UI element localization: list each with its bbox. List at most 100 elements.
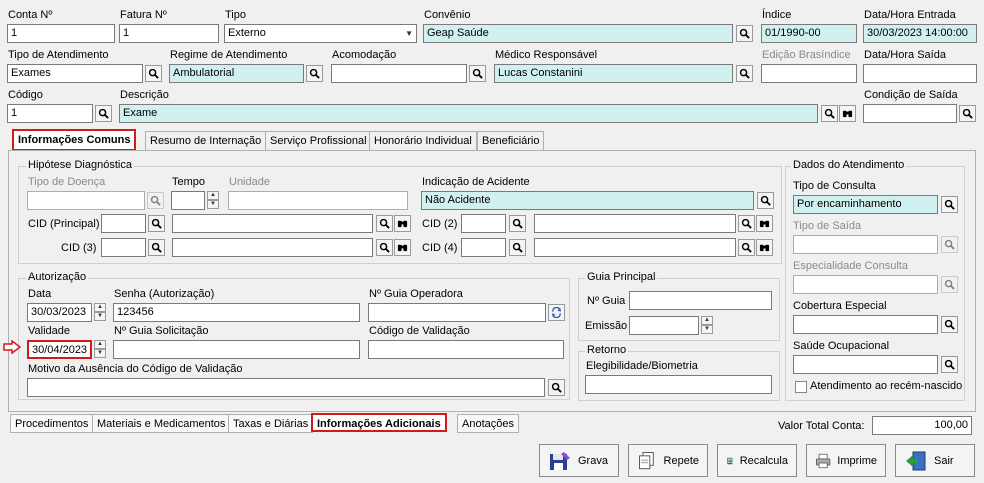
regime-field[interactable]: Ambulatorial: [169, 64, 304, 83]
especialidade-label: Especialidade Consulta: [793, 260, 908, 272]
motivo-field[interactable]: [27, 378, 545, 397]
cid-principal-desc[interactable]: [172, 214, 373, 233]
condicao-field[interactable]: [863, 104, 957, 123]
guia-operadora-field[interactable]: [368, 303, 546, 322]
total-label: Valor Total Conta:: [778, 420, 865, 432]
senha-field[interactable]: 123456: [113, 303, 360, 322]
validade-field[interactable]: 30/04/2023: [27, 340, 92, 359]
codigo-search-button[interactable]: [95, 105, 112, 122]
tempo-field[interactable]: [171, 191, 205, 210]
guia-operadora-refresh-button[interactable]: [548, 304, 565, 321]
guia-principal-title: Guia Principal: [585, 271, 658, 284]
guia-solicitacao-label: Nº Guia Solicitação: [114, 325, 209, 337]
tab-resumo-internacao[interactable]: Resumo de Internação: [145, 131, 267, 150]
acomodacao-search-button[interactable]: [469, 65, 486, 82]
emissao-spinner[interactable]: ▲ ▼: [701, 316, 713, 335]
tipo-consulta-field[interactable]: Por encaminhamento: [793, 195, 938, 214]
tempo-spinner[interactable]: ▲ ▼: [207, 191, 219, 210]
recem-nascido-checkbox[interactable]: [795, 381, 807, 393]
cid-principal-code[interactable]: [101, 214, 146, 233]
cid3-desc[interactable]: [172, 238, 373, 257]
tipo-select[interactable]: Externo ▼: [224, 24, 417, 43]
indice-field[interactable]: 01/1990-00: [761, 24, 857, 43]
grava-label: Grava: [578, 454, 608, 467]
conta-field[interactable]: 1: [7, 24, 115, 43]
cid-principal-desc-search[interactable]: [376, 215, 393, 232]
especialidade-field[interactable]: [793, 275, 938, 294]
emissao-field[interactable]: [629, 316, 699, 335]
repete-button[interactable]: Repete: [628, 444, 708, 477]
saude-field[interactable]: [793, 355, 938, 374]
guia-solicitacao-field[interactable]: [113, 340, 360, 359]
medico-search-button[interactable]: [736, 65, 753, 82]
tab-taxas-diarias[interactable]: Taxas e Diárias: [228, 414, 314, 433]
unidade-field[interactable]: [228, 191, 408, 210]
tab-honorario-individual[interactable]: Honorário Individual: [369, 131, 477, 150]
fatura-field[interactable]: 1: [119, 24, 219, 43]
entrada-field[interactable]: 30/03/2023 14:00:00: [863, 24, 977, 43]
validade-spinner[interactable]: ▲ ▼: [94, 340, 106, 359]
recalcula-button[interactable]: Recalcula: [717, 444, 797, 477]
acomodacao-field[interactable]: [331, 64, 467, 83]
regime-search-button[interactable]: [306, 65, 323, 82]
tab-anotacoes[interactable]: Anotações: [457, 414, 519, 433]
grava-button[interactable]: Grava: [539, 444, 619, 477]
tipo-consulta-search-button[interactable]: [941, 196, 958, 213]
acidente-search-button[interactable]: [757, 192, 774, 209]
cid3-code[interactable]: [101, 238, 146, 257]
tipo-select-value: Externo: [228, 27, 266, 39]
cid2-code[interactable]: [461, 214, 506, 233]
edicao-field[interactable]: [761, 64, 857, 83]
cid2-search-button[interactable]: [509, 215, 526, 232]
cid4-find[interactable]: [756, 239, 773, 256]
cobertura-field[interactable]: [793, 315, 938, 334]
tipo-saida-search-button[interactable]: [941, 236, 958, 253]
acidente-field[interactable]: Não Acidente: [421, 191, 754, 210]
descricao-search-button[interactable]: [821, 105, 838, 122]
cid2-desc-search[interactable]: [738, 215, 755, 232]
cid2-desc[interactable]: [534, 214, 736, 233]
tipo-doenca-field[interactable]: [27, 191, 145, 210]
motivo-search-button[interactable]: [548, 379, 565, 396]
tab-materiais-medicamentos[interactable]: Materiais e Medicamentos: [92, 414, 231, 433]
saida-field[interactable]: [863, 64, 977, 83]
cid4-desc-search[interactable]: [738, 239, 755, 256]
atendimento-search-button[interactable]: [145, 65, 162, 82]
cid2-find[interactable]: [756, 215, 773, 232]
tab-servico-profissional[interactable]: Serviço Profissional: [265, 131, 372, 150]
elegibilidade-field[interactable]: [585, 375, 772, 394]
cid3-search-button[interactable]: [148, 239, 165, 256]
data-field[interactable]: 30/03/2023: [27, 303, 92, 322]
codigo-validacao-field[interactable]: [368, 340, 564, 359]
tab-informacoes-adicionais[interactable]: Informações Adicionais: [311, 413, 447, 432]
tipo-doenca-search-button[interactable]: [147, 192, 164, 209]
cobertura-search-button[interactable]: [941, 316, 958, 333]
cid-principal-search-button[interactable]: [148, 215, 165, 232]
tab-beneficiario[interactable]: Beneficiário: [477, 131, 545, 150]
cid3-find[interactable]: [394, 239, 411, 256]
saude-search-button[interactable]: [941, 356, 958, 373]
convenio-field[interactable]: Geap Saúde: [423, 24, 733, 43]
tipo-saida-field[interactable]: [793, 235, 938, 254]
imprime-button[interactable]: Imprime: [806, 444, 886, 477]
cid-principal-find[interactable]: [394, 215, 411, 232]
tab-informacoes-comuns[interactable]: Informações Comuns: [12, 129, 137, 151]
descricao-find-button[interactable]: [839, 105, 856, 122]
data-spinner[interactable]: ▲ ▼: [94, 303, 106, 322]
codigo-field[interactable]: 1: [7, 104, 93, 123]
guia-principal-field[interactable]: [629, 291, 772, 310]
condicao-search-button[interactable]: [959, 105, 976, 122]
convenio-search-button[interactable]: [736, 25, 753, 42]
cid4-search-button[interactable]: [509, 239, 526, 256]
tab-procedimentos[interactable]: Procedimentos: [10, 414, 94, 433]
cid3-desc-search[interactable]: [376, 239, 393, 256]
especialidade-search-button[interactable]: [941, 276, 958, 293]
cid4-code[interactable]: [461, 238, 506, 257]
binoculars-icon: [759, 242, 770, 253]
atendimento-field[interactable]: Exames: [7, 64, 143, 83]
cid4-desc[interactable]: [534, 238, 736, 257]
medico-field[interactable]: Lucas Constanini: [494, 64, 733, 83]
sair-button[interactable]: Sair: [895, 444, 975, 477]
chevron-down-icon[interactable]: ▼: [405, 27, 413, 40]
descricao-field[interactable]: Exame: [119, 104, 818, 123]
